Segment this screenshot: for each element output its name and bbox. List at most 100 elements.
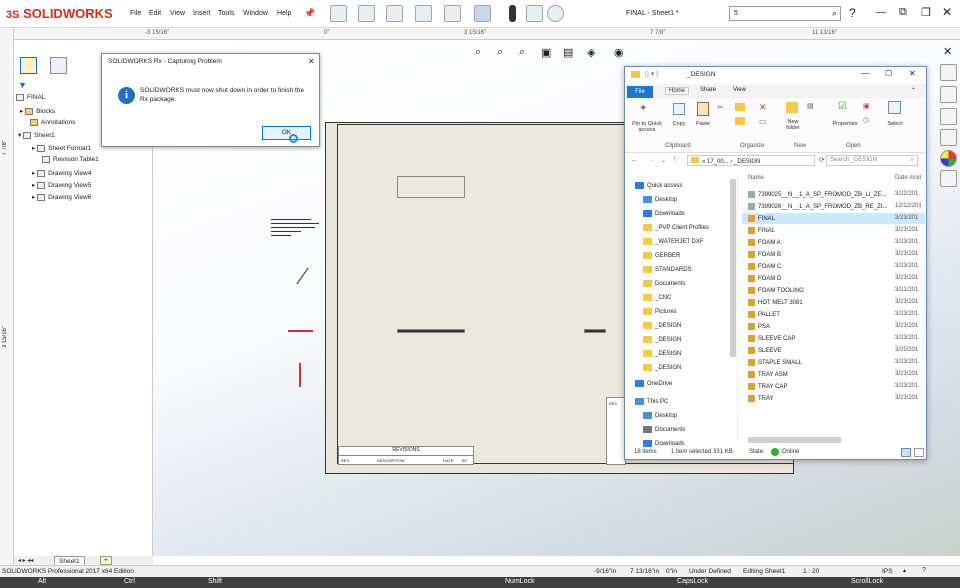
select-button[interactable]: Select <box>883 121 907 127</box>
recent-icon[interactable]: ⌄ <box>661 157 666 164</box>
help-icon[interactable]: ? <box>922 567 926 574</box>
view-orientation-icon[interactable]: ▤ <box>563 46 573 59</box>
view-palette-icon[interactable] <box>940 129 957 146</box>
forward-icon[interactable]: → <box>647 157 654 164</box>
help-expand-icon[interactable]: ⌃ <box>911 87 916 94</box>
close-icon[interactable]: ✕ <box>942 5 952 19</box>
new-icon[interactable] <box>330 5 347 22</box>
nav-item[interactable]: Pictures <box>643 308 677 315</box>
hide-show-icon[interactable]: ◉ <box>614 46 624 59</box>
menu-edit[interactable]: Edit <box>149 10 161 17</box>
copy-to-icon[interactable] <box>735 117 745 125</box>
nav-item[interactable]: _DESIGN <box>643 322 681 329</box>
print-icon[interactable] <box>415 5 432 22</box>
nav-scrollbar[interactable] <box>730 179 736 357</box>
paste-button[interactable]: Paste <box>693 121 713 127</box>
zoom-area-icon[interactable]: ⌕ <box>497 46 503 59</box>
tree-item-drawing-view4[interactable]: ▸ Drawing View4 <box>32 169 91 177</box>
nav-item[interactable]: GERBER <box>643 252 680 259</box>
solidworks-resources-icon[interactable] <box>940 64 957 81</box>
tree-item-drawing-view6[interactable]: ▸ Drawing View6 <box>32 193 91 201</box>
column-date[interactable]: Date mod <box>895 175 921 181</box>
window-restore-icon[interactable]: ❐ <box>921 6 931 19</box>
large-icons-view-icon[interactable] <box>914 448 924 457</box>
search-icon[interactable]: ⌕ <box>832 8 837 19</box>
horizontal-scrollbar[interactable] <box>748 437 841 443</box>
explorer-minimize-icon[interactable]: — <box>861 69 869 78</box>
tab-file[interactable]: File <box>627 86 653 98</box>
nav-item[interactable]: Documents <box>643 280 685 287</box>
sheet-scale[interactable]: 1 : 20 <box>803 568 819 575</box>
revision-table[interactable]: REVISIONS REV. DESCRIPTION DATE BY <box>338 446 474 465</box>
drawing-view-line[interactable] <box>397 329 465 333</box>
drawing-view-line[interactable] <box>584 329 606 333</box>
rename-icon[interactable]: ▭ <box>759 117 767 126</box>
annotation-note[interactable] <box>271 217 321 249</box>
help-icon[interactable]: ? <box>849 6 856 20</box>
refresh-icon[interactable]: ⟳ <box>819 156 825 164</box>
explorer-maximize-icon[interactable]: ☐ <box>885 69 892 78</box>
nav-item[interactable]: _WATERJET DXF <box>643 238 704 245</box>
nav-item[interactable]: Documents <box>643 426 685 433</box>
tab-home[interactable]: Home <box>665 87 690 95</box>
menu-tools[interactable]: Tools <box>218 10 234 17</box>
design-library-icon[interactable] <box>940 86 957 103</box>
menu-file[interactable]: File <box>130 10 141 17</box>
tree-item-drawing-view5[interactable]: ▸ Drawing View5 <box>32 181 91 189</box>
minimize-icon[interactable]: — <box>876 7 886 18</box>
nav-item[interactable]: _CNC <box>643 294 671 301</box>
nav-item[interactable]: Desktop <box>643 196 677 203</box>
nav-item[interactable]: _DESIGN <box>643 336 681 343</box>
restore-icon[interactable]: ⧉ <box>899 6 907 19</box>
properties-button[interactable]: Properties <box>828 121 862 127</box>
address-bar[interactable]: « 17_00... › _DESIGN <box>687 155 815 166</box>
cut-icon[interactable]: ✂ <box>717 103 724 112</box>
tree-item-sheet-format[interactable]: ▸ Sheet Format1 <box>32 144 91 152</box>
explorer-search-input[interactable]: Search _DESIGN ⌕ <box>826 155 918 166</box>
nav-item[interactable]: Downloads <box>643 210 685 217</box>
back-icon[interactable]: ← <box>631 157 638 164</box>
dialog-close-icon[interactable]: ✕ <box>308 57 315 66</box>
history-icon[interactable]: ◷ <box>863 116 869 124</box>
nav-item[interactable]: OneDrive <box>635 380 672 387</box>
nav-item[interactable]: _DESIGN <box>643 364 681 371</box>
pin-icon[interactable]: 📌 <box>304 8 315 19</box>
tree-root[interactable]: FINAL <box>16 94 45 101</box>
tree-item-blocks[interactable]: ▸ Blocks <box>20 107 55 115</box>
add-sheet-icon[interactable]: + <box>100 556 112 565</box>
tree-item-sheet1[interactable]: ▾ Sheet1 <box>18 131 55 139</box>
menu-insert[interactable]: Insert <box>193 10 211 17</box>
nav-item[interactable]: Desktop <box>643 412 677 419</box>
tab-share[interactable]: Share <box>700 87 716 93</box>
up-icon[interactable]: ↑ <box>673 156 677 163</box>
nav-item[interactable]: _DESIGN <box>643 350 681 357</box>
column-name[interactable]: Name <box>748 175 764 181</box>
unit-system[interactable]: IPS <box>882 568 892 575</box>
close-document-icon[interactable]: ✕ <box>943 45 952 58</box>
tab-view[interactable]: View <box>733 87 746 93</box>
tab-nav-arrows[interactable]: ◂ ▸ ◂◂ <box>18 557 33 564</box>
tree-item-revision-table[interactable]: Revision Table1 <box>42 156 99 163</box>
open-icon[interactable]: ▣ <box>863 102 870 110</box>
menu-help[interactable]: Help <box>277 10 291 17</box>
previous-view-icon[interactable]: ⌕ <box>519 46 525 59</box>
rebuild-icon[interactable] <box>509 5 516 22</box>
feature-manager-tab-icon[interactable] <box>20 57 37 74</box>
nav-item[interactable]: STANDARDS <box>643 266 692 273</box>
display-style-icon[interactable]: ◈ <box>587 46 595 59</box>
explorer-close-icon[interactable]: ✕ <box>909 69 916 78</box>
tree-item-annotations[interactable]: Annotations <box>30 119 75 126</box>
new-item-icon[interactable]: ▤ <box>807 102 814 110</box>
open-icon[interactable] <box>358 5 375 22</box>
nav-item[interactable]: Quick access <box>635 182 683 189</box>
pin-button[interactable]: Pin to Quick access <box>628 121 666 133</box>
file-explorer-icon[interactable] <box>940 108 957 125</box>
details-view-icon[interactable] <box>901 448 911 457</box>
zoom-fit-icon[interactable]: ⌕ <box>475 46 481 59</box>
filter-icon[interactable]: ▼ <box>18 80 27 90</box>
ok-button[interactable]: OK <box>262 126 311 140</box>
new-folder-button[interactable]: New folder <box>780 119 806 131</box>
units-dropdown-icon[interactable]: ▴ <box>903 567 906 574</box>
nav-item[interactable]: This PC <box>635 398 668 405</box>
move-to-icon[interactable] <box>735 103 745 111</box>
